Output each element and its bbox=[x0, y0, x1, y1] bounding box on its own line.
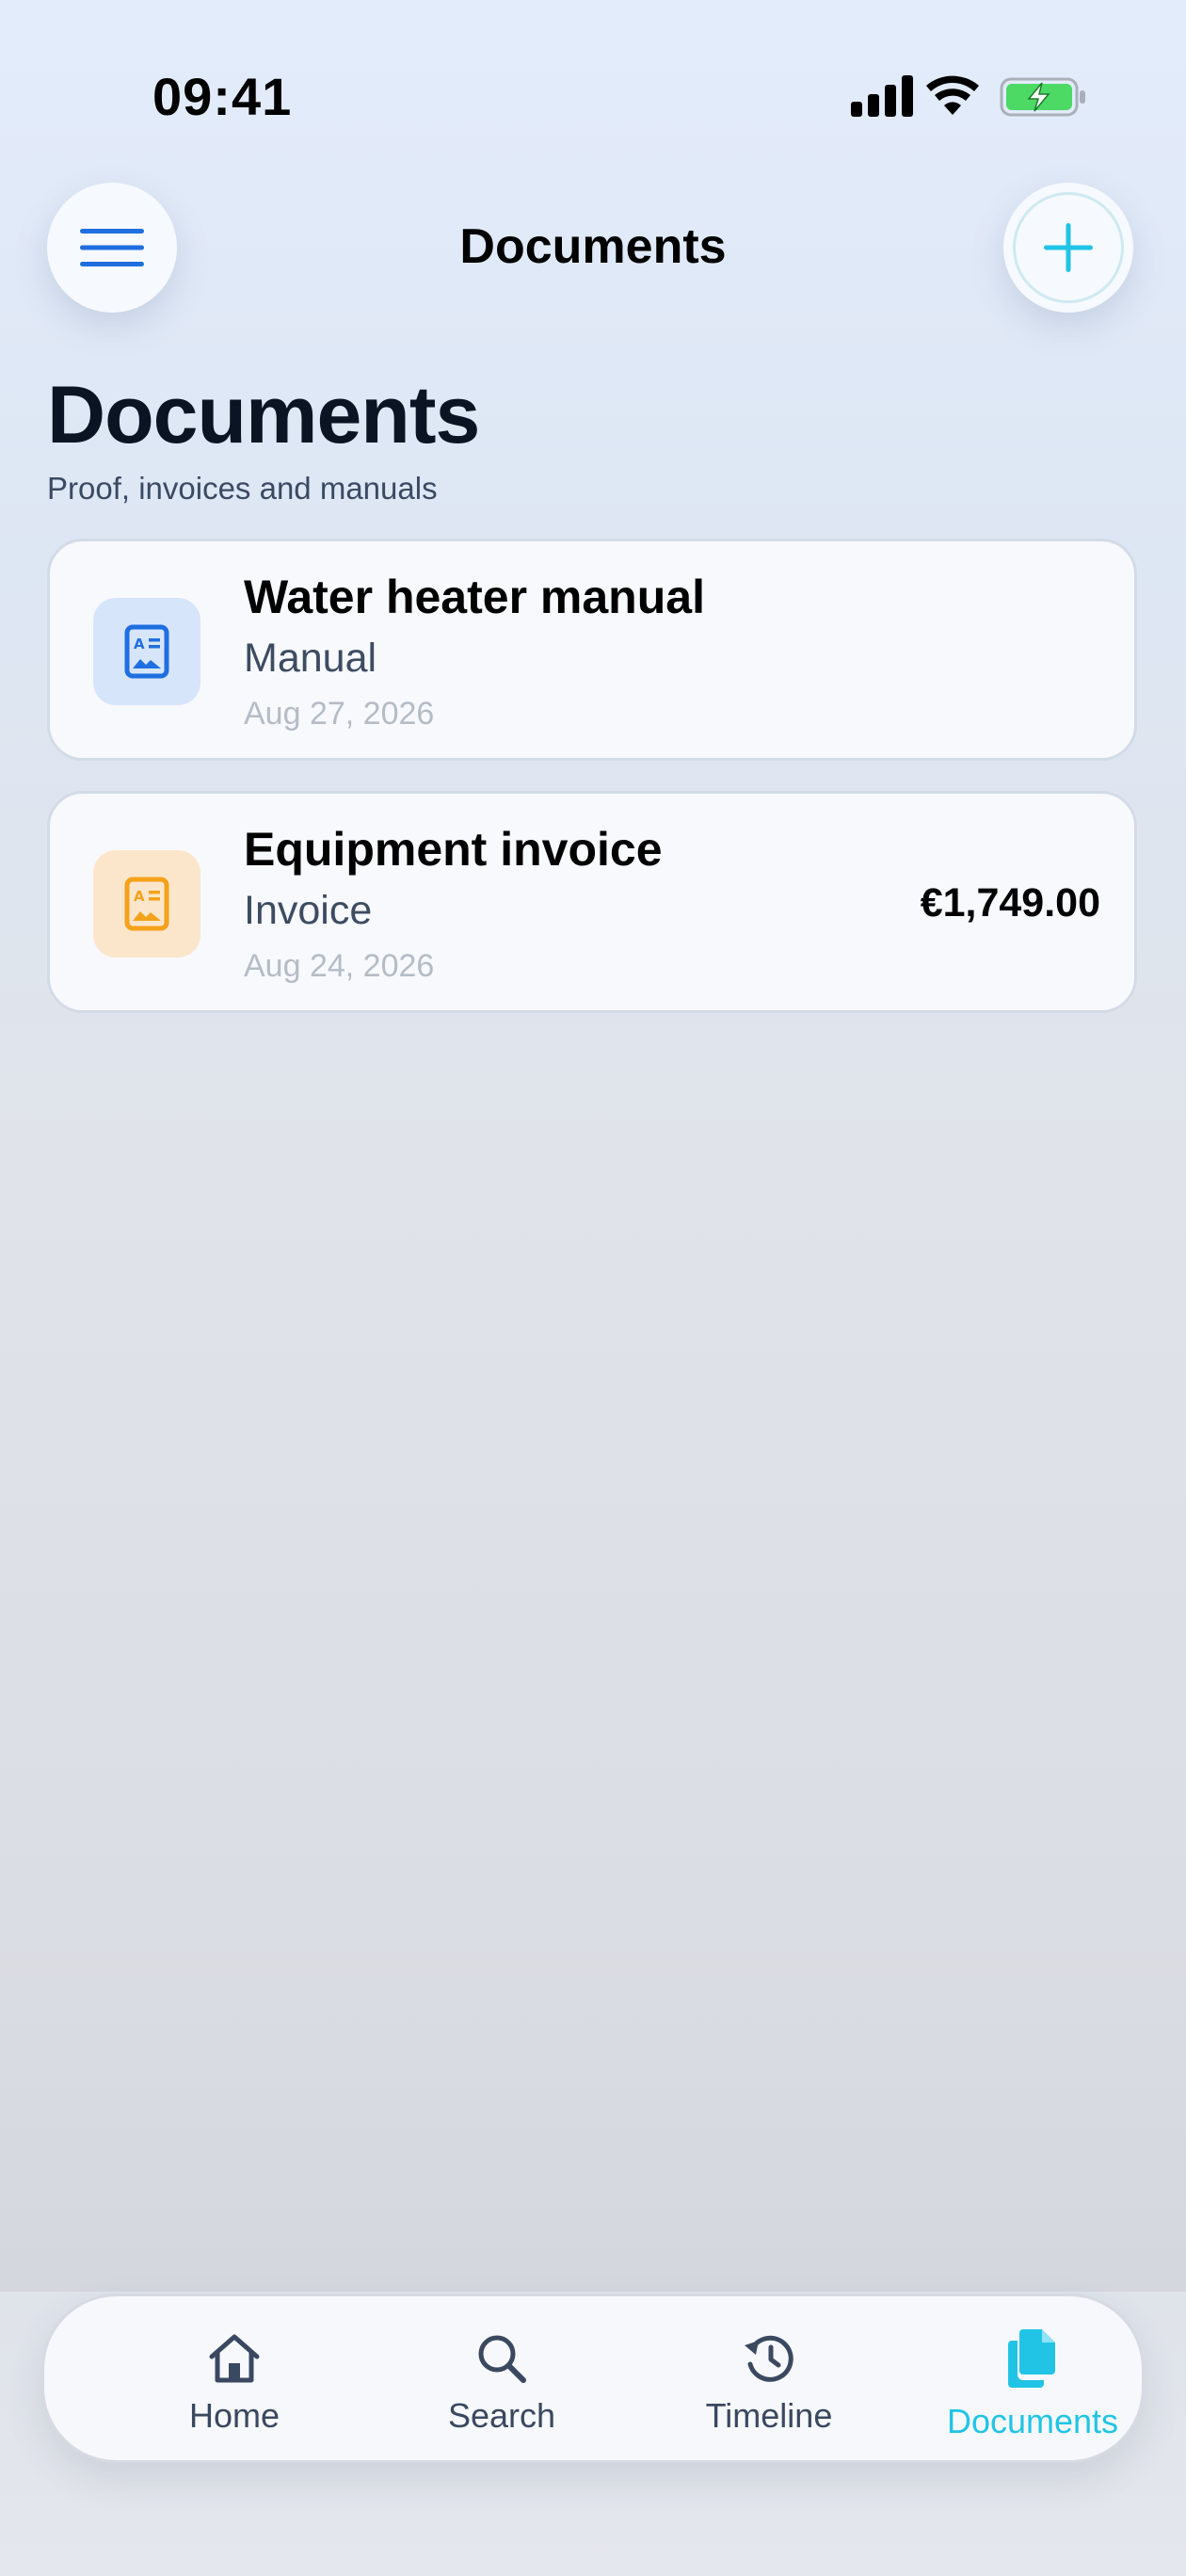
document-date: Aug 27, 2026 bbox=[244, 696, 435, 732]
tab-search[interactable]: Search bbox=[379, 2296, 624, 2466]
document-type: Manual bbox=[244, 636, 377, 681]
documents-icon bbox=[1008, 2329, 1055, 2388]
svg-text:A: A bbox=[134, 888, 145, 905]
status-icons bbox=[851, 75, 1085, 117]
document-card-equipment-invoice[interactable]: A Equipment invoice Invoice Aug 24, 2026… bbox=[47, 791, 1137, 1013]
tab-label: Search bbox=[447, 2396, 556, 2435]
document-name: Equipment invoice bbox=[244, 823, 663, 876]
battery-charging-icon bbox=[1000, 77, 1085, 117]
add-document-button[interactable] bbox=[1003, 183, 1133, 313]
document-image-icon: A bbox=[93, 850, 200, 958]
tab-home[interactable]: Home bbox=[112, 2296, 357, 2466]
document-date: Aug 24, 2026 bbox=[244, 948, 435, 984]
page-subtitle: Proof, invoices and manuals bbox=[47, 471, 438, 506]
tab-label: Timeline bbox=[705, 2396, 833, 2435]
document-amount: €1,749.00 bbox=[920, 880, 1100, 926]
wifi-icon bbox=[926, 75, 979, 115]
svg-text:A: A bbox=[134, 636, 145, 652]
plus-icon bbox=[1044, 223, 1093, 272]
documents-screen: 09:41 Documents Documents Proof, invoice… bbox=[0, 0, 1186, 2576]
tab-timeline[interactable]: Timeline bbox=[647, 2296, 891, 2466]
tab-label: Documents bbox=[946, 2402, 1119, 2440]
search-icon bbox=[478, 2335, 526, 2383]
document-type: Invoice bbox=[244, 888, 373, 933]
history-icon bbox=[745, 2335, 793, 2382]
home-icon bbox=[209, 2334, 260, 2383]
cellular-signal-icon bbox=[851, 75, 913, 117]
tab-documents[interactable]: Documents bbox=[910, 2296, 1155, 2466]
page-title: Documents bbox=[47, 370, 480, 460]
document-card-water-heater-manual[interactable]: A Water heater manual Manual Aug 27, 202… bbox=[47, 539, 1137, 761]
document-image-icon: A bbox=[93, 598, 200, 705]
tab-label: Home bbox=[188, 2396, 280, 2435]
status-time: 09:41 bbox=[152, 67, 293, 126]
document-name: Water heater manual bbox=[244, 571, 705, 623]
tab-bar: Home Search Timeline Documents bbox=[41, 2294, 1145, 2463]
